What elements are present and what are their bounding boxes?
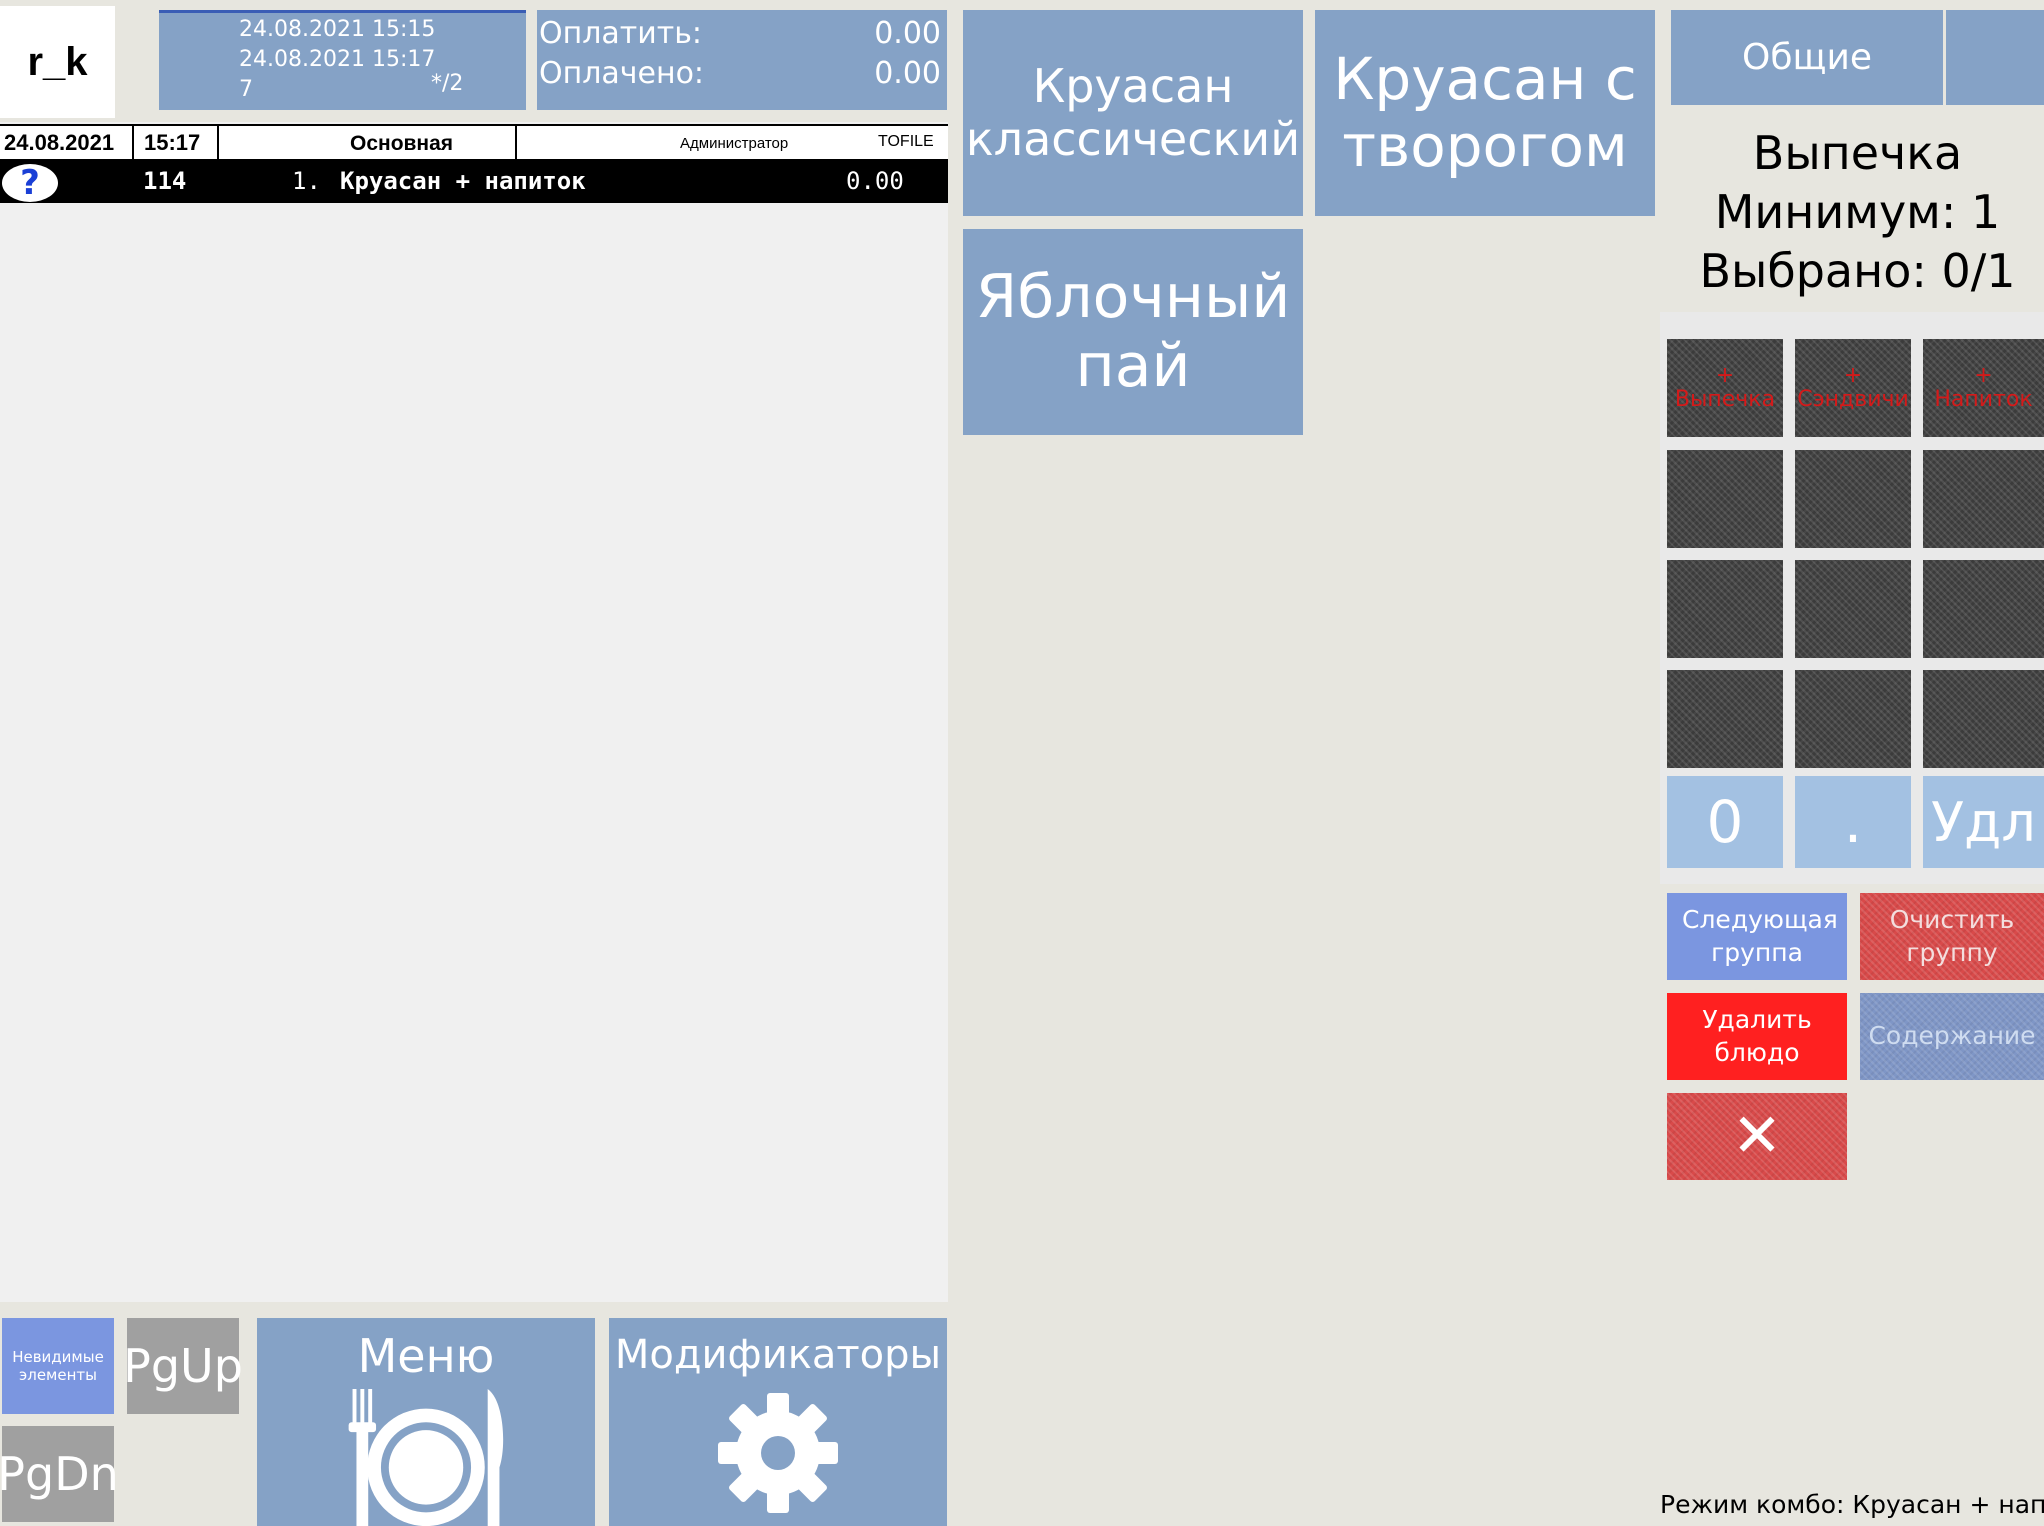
dish-apple-pie-label: Яблочный пай xyxy=(975,262,1291,401)
category-sandwich-plus: + xyxy=(1843,362,1863,388)
pay-value: 0.00 xyxy=(874,16,941,51)
paid-label: Оплачено: xyxy=(539,56,705,91)
keypad-empty-button[interactable] xyxy=(1923,560,2044,658)
keypad-empty-button[interactable] xyxy=(1667,670,1783,768)
order-date: 24.08.2021 xyxy=(4,130,115,155)
table-ratio: */2 xyxy=(431,71,464,96)
user-logo-text: r_k xyxy=(27,39,88,84)
keypad-empty-button[interactable] xyxy=(1795,670,1911,768)
contents-button[interactable]: Содержание xyxy=(1860,993,2044,1080)
keypad-delete-label: Удл xyxy=(1931,790,2036,854)
invisible-items-label: Невидимые элементы xyxy=(12,1348,104,1384)
keypad-delete-button[interactable]: Удл xyxy=(1923,776,2044,868)
contents-label: Содержание xyxy=(1868,1021,2036,1051)
menu-button[interactable]: Меню xyxy=(257,1318,595,1526)
group-selected: Выбрано: 0/1 xyxy=(1699,244,2016,298)
cancel-button[interactable]: ✕ xyxy=(1667,1093,1847,1180)
status-bar: Режим комбо: Круасан + напиток xyxy=(1660,1490,2044,1519)
time-info-panel: 24.08.2021 15:15 24.08.2021 15:17 7 */2 xyxy=(159,10,526,110)
category-drink-plus: + xyxy=(1974,362,1993,388)
order-item-row[interactable]: ? 114 1. Круасан + напиток 0.00 xyxy=(0,161,948,203)
order-list[interactable] xyxy=(0,122,948,1302)
keypad-dot-button[interactable]: . xyxy=(1795,776,1911,868)
dish-croissant-classic[interactable]: Круасан классический xyxy=(963,10,1303,216)
question-icon[interactable]: ? xyxy=(2,163,58,203)
category-pastry-plus: + xyxy=(1715,362,1735,388)
delete-dish-label: Удалить блюдо xyxy=(1702,1005,1812,1067)
user-role: Администратор xyxy=(680,135,789,152)
keypad-zero-button[interactable]: 0 xyxy=(1667,776,1783,868)
dish-croissant-classic-label: Круасан классический xyxy=(965,59,1301,166)
group-minimum: Минимум: 1 xyxy=(1714,185,2001,239)
user-logo: r_k xyxy=(0,6,115,118)
paid-value: 0.00 xyxy=(874,56,941,91)
keypad-empty-button[interactable] xyxy=(1667,560,1783,658)
next-group-button[interactable]: Следующая группа xyxy=(1667,893,1847,980)
next-group-label: Следующая группа xyxy=(1682,905,1838,967)
keypad-dot-label: . xyxy=(1843,788,1863,856)
menu-label: Меню xyxy=(357,1329,495,1383)
payment-panel: Оплатить: 0.00 Оплачено: 0.00 xyxy=(537,10,947,110)
tab-general[interactable]: Общие xyxy=(1671,10,1943,105)
modifiers-button[interactable]: Модификаторы xyxy=(609,1318,947,1526)
combo-group-info: Выпечка Минимум: 1 Выбрано: 0/1 xyxy=(1671,124,2044,301)
item-index: 1. xyxy=(292,167,321,195)
dish-apple-pie[interactable]: Яблочный пай xyxy=(963,229,1303,435)
open-time: 24.08.2021 15:15 xyxy=(239,17,436,42)
order-time: 15:17 xyxy=(144,130,201,155)
item-code: 114 xyxy=(143,167,187,195)
order-header-row: 24.08.2021 15:17 Основная Администратор … xyxy=(0,124,948,161)
invisible-items-button[interactable]: Невидимые элементы xyxy=(2,1318,114,1414)
keypad-empty-button[interactable] xyxy=(1795,560,1911,658)
item-price: 0.00 xyxy=(846,167,904,195)
category-drink-label: Напиток xyxy=(1934,387,2033,412)
pgup-button[interactable]: PgUp xyxy=(123,1318,243,1414)
pgup-label: PgUp xyxy=(123,1338,243,1393)
keypad-empty-button[interactable] xyxy=(1923,670,2044,768)
keypad-empty-button[interactable] xyxy=(1795,450,1911,548)
category-sandwich-button[interactable]: + Сэндвичи xyxy=(1795,339,1911,437)
pay-label: Оплатить: xyxy=(539,16,703,51)
modifiers-label: Модификаторы xyxy=(614,1332,942,1378)
guest-count: 7 xyxy=(239,77,253,102)
clear-group-label: Очистить группу xyxy=(1889,905,2015,967)
close-icon: ✕ xyxy=(1731,1101,1783,1171)
menu-type: Основная xyxy=(350,132,454,155)
dish-croissant-cottage-cheese[interactable]: Круасан с творогом xyxy=(1315,10,1655,216)
category-pastry-button[interactable]: + Выпечка xyxy=(1667,339,1783,437)
group-name: Выпечка xyxy=(1752,126,1963,180)
item-name: Круасан + напиток xyxy=(340,167,586,195)
order-source: TOFILE xyxy=(878,133,934,150)
pgdn-button[interactable]: PgDn xyxy=(0,1426,119,1522)
clear-group-button[interactable]: Очистить группу xyxy=(1860,893,2044,980)
question-icon-glyph: ? xyxy=(20,163,40,203)
gear-icon xyxy=(718,1393,838,1513)
tab-general-label: Общие xyxy=(1742,36,1872,78)
category-sandwich-label: Сэндвичи xyxy=(1797,387,1909,412)
current-time: 24.08.2021 15:17 xyxy=(239,47,436,72)
keypad-empty-button[interactable] xyxy=(1923,450,2044,548)
plate-cutlery-icon xyxy=(348,1388,504,1526)
dish-croissant-cottage-cheese-label: Круасан с творогом xyxy=(1333,45,1637,180)
delete-dish-button[interactable]: Удалить блюдо xyxy=(1667,993,1847,1080)
category-drink-button[interactable]: + Напиток xyxy=(1923,339,2044,437)
keypad-empty-button[interactable] xyxy=(1667,450,1783,548)
tab-next[interactable] xyxy=(1946,10,2044,105)
keypad-zero-label: 0 xyxy=(1706,788,1744,856)
category-pastry-label: Выпечка xyxy=(1674,387,1776,412)
pgdn-label: PgDn xyxy=(0,1446,119,1501)
